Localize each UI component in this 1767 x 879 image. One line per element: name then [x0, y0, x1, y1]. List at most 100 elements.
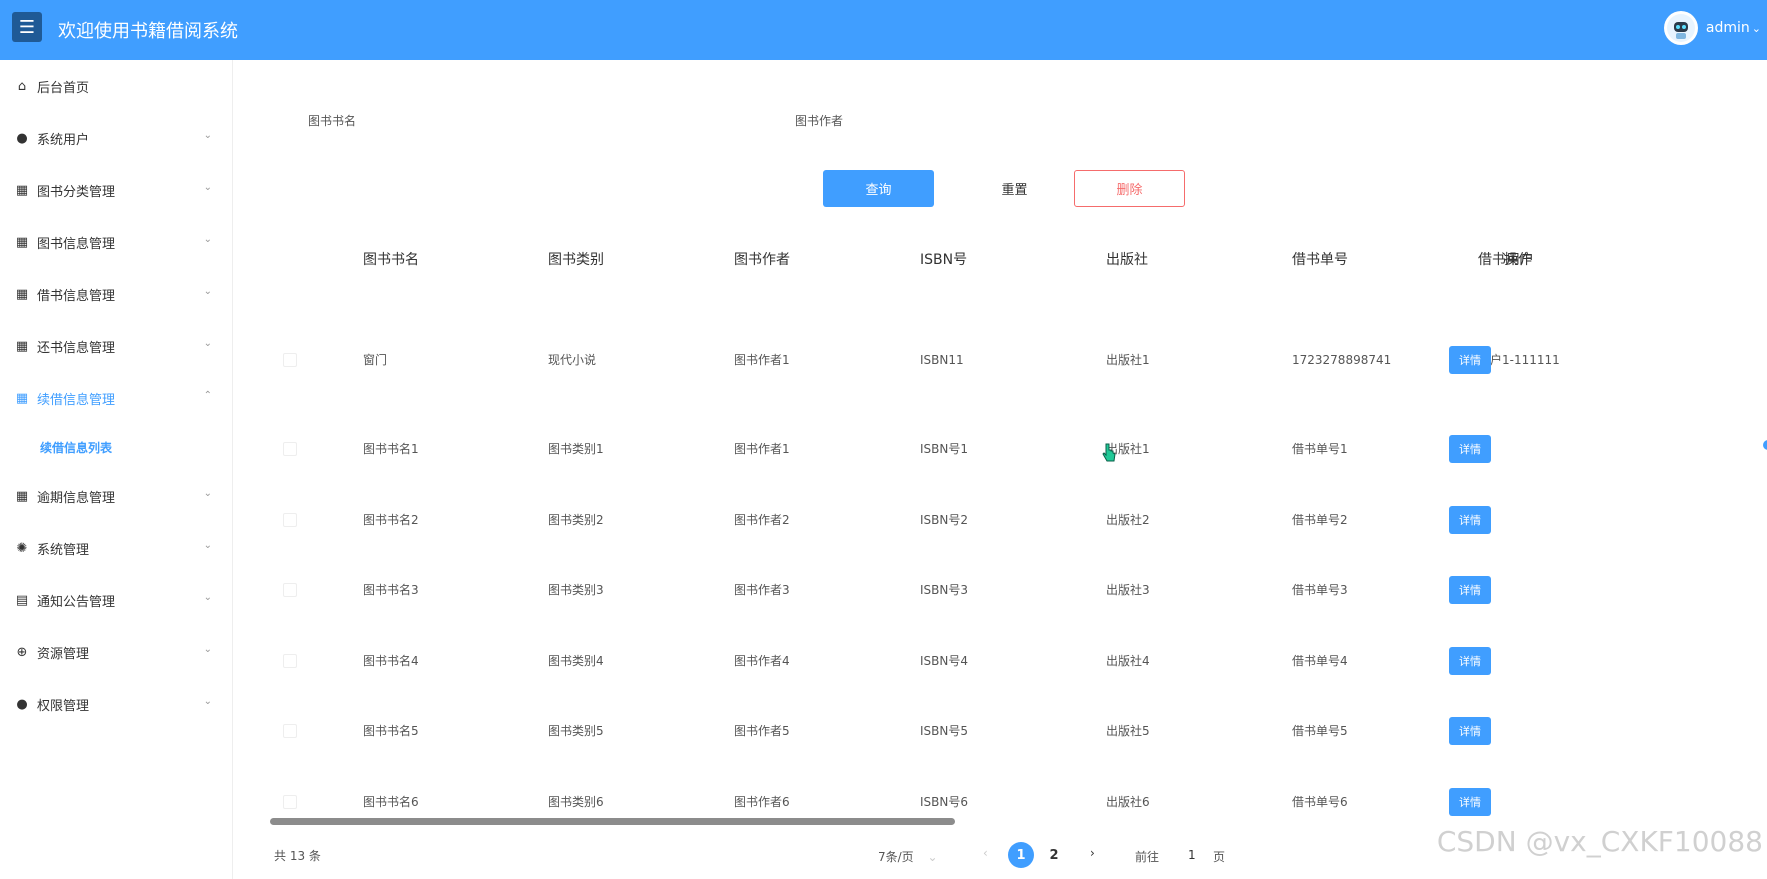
sidebar-item-home[interactable]: ⌂ 后台首页	[0, 60, 232, 112]
query-button[interactable]: 查询	[823, 170, 934, 207]
sidebar-item-label: 资源管理	[37, 646, 90, 662]
sidebar-item-label: 通知公告管理	[37, 594, 116, 610]
sidebar-item-label: 逾期信息管理	[37, 490, 116, 506]
cell-borrow-no: 借书单号1	[1292, 442, 1348, 456]
user-icon: ●	[16, 696, 28, 712]
watermark: CSDN @vx_CXKF10088	[1436, 825, 1763, 858]
sidebar-item-permission-manage[interactable]: ● 权限管理 ⌄	[0, 678, 232, 730]
cell-publisher: 出版社6	[1106, 795, 1150, 809]
grid-icon: ▦	[15, 488, 29, 504]
detail-button[interactable]: 详情	[1449, 346, 1491, 374]
page-size-value: 7条/页	[878, 850, 914, 864]
cell-publisher: 出版社2	[1106, 513, 1150, 527]
pointer-cursor-icon	[1102, 443, 1116, 462]
sidebar-item-label: 还书信息管理	[37, 340, 116, 356]
reset-button[interactable]: 重置	[959, 170, 1070, 207]
sidebar-item-book-info[interactable]: ▦ 图书信息管理 ⌄	[0, 216, 232, 268]
sidebar-item-label: 后台首页	[37, 80, 90, 96]
page-2-button[interactable]: 2	[1041, 842, 1067, 868]
column-header[interactable]: ISBN号	[920, 240, 967, 280]
sidebar-item-label: 系统用户	[37, 132, 90, 148]
detail-button[interactable]: 详情	[1449, 717, 1491, 745]
chevron-down-icon: ⌄	[203, 130, 212, 141]
book-author-filter-label: 图书作者	[795, 114, 844, 128]
cell-isbn: ISBN号2	[920, 513, 969, 527]
cell-author: 图书作者1	[734, 353, 790, 367]
detail-button[interactable]: 详情	[1449, 576, 1491, 604]
page-size-select[interactable]: 7条/页 ⌄	[878, 848, 938, 865]
goto-label: 前往	[1135, 850, 1160, 864]
delete-button[interactable]: 删除	[1074, 170, 1185, 207]
cell-book-name: 图书书名6	[363, 795, 419, 809]
row-checkbox[interactable]	[283, 353, 297, 367]
chevron-down-icon: ⌄	[203, 644, 212, 655]
sidebar-item-notice-manage[interactable]: ▤ 通知公告管理 ⌄	[0, 574, 232, 626]
cell-book-name: 图书书名5	[363, 724, 419, 738]
chevron-down-icon: ⌄	[203, 488, 212, 499]
cell-isbn: ISBN11	[920, 353, 964, 367]
total-count: 共 13 条	[274, 849, 321, 863]
detail-button[interactable]: 详情	[1449, 788, 1491, 816]
grid-icon: ▦	[15, 390, 29, 406]
gear-icon: ✺	[16, 540, 28, 556]
page-suffix-label: 页	[1213, 850, 1226, 864]
detail-button[interactable]: 详情	[1449, 506, 1491, 534]
chevron-down-icon: ⌄	[203, 696, 212, 707]
menu-toggle-button[interactable]: ☰	[12, 12, 42, 42]
sidebar-item-label: 借书信息管理	[37, 288, 116, 304]
sidebar-item-label: 图书信息管理	[37, 236, 116, 252]
detail-button[interactable]: 详情	[1449, 435, 1491, 463]
sidebar-item-resource-manage[interactable]: ⊕ 资源管理 ⌄	[0, 626, 232, 678]
cell-category: 现代小说	[548, 353, 597, 367]
avatar[interactable]	[1663, 11, 1698, 45]
cell-author: 图书作者2	[734, 513, 790, 527]
chevron-down-icon: ⌄	[203, 338, 212, 349]
page-1-button[interactable]: 1	[1008, 842, 1034, 868]
sidebar-item-system-users[interactable]: ● 系统用户 ⌄	[0, 112, 232, 164]
sidebar-item-return-info[interactable]: ▦ 还书信息管理 ⌄	[0, 320, 232, 372]
sidebar-item-book-category[interactable]: ▦ 图书分类管理 ⌄	[0, 164, 232, 216]
sidebar-item-label: 权限管理	[37, 698, 90, 714]
next-page-button[interactable]: ›	[1090, 846, 1095, 860]
row-checkbox[interactable]	[283, 724, 297, 738]
cell-category: 图书类别1	[548, 442, 604, 456]
app-title: 欢迎使用书籍借阅系统	[58, 21, 238, 42]
chevron-down-icon: ⌄	[203, 540, 212, 551]
chevron-down-icon: ⌄	[1751, 21, 1761, 35]
book-name-filter-label: 图书书名	[308, 114, 357, 128]
goto-page-input[interactable]: 1	[1188, 848, 1196, 862]
cell-isbn: ISBN号1	[920, 442, 969, 456]
detail-button[interactable]: 详情	[1449, 647, 1491, 675]
user-icon: ●	[16, 130, 28, 146]
sidebar-subitem-renew-list[interactable]: 续借信息列表	[0, 424, 232, 470]
chevron-up-icon: ⌃	[203, 390, 212, 401]
sidebar-item-overdue-info[interactable]: ▦ 逾期信息管理 ⌄	[0, 470, 232, 522]
row-checkbox[interactable]	[283, 583, 297, 597]
grid-icon: ▦	[15, 338, 29, 354]
cell-category: 图书类别4	[548, 654, 604, 668]
user-menu[interactable]: admin ⌄	[1663, 11, 1761, 45]
cell-isbn: ISBN号5	[920, 724, 969, 738]
sidebar-item-borrow-info[interactable]: ▦ 借书信息管理 ⌄	[0, 268, 232, 320]
column-header[interactable]: 借书单号	[1292, 240, 1348, 280]
row-checkbox[interactable]	[283, 513, 297, 527]
column-header[interactable]: 出版社	[1106, 240, 1148, 280]
prev-page-button[interactable]: ‹	[983, 846, 988, 860]
row-checkbox[interactable]	[283, 442, 297, 456]
row-checkbox[interactable]	[283, 795, 297, 809]
chevron-down-icon: ⌄	[203, 182, 212, 193]
column-header[interactable]: 图书书名	[363, 240, 419, 280]
column-header[interactable]: 图书作者	[734, 240, 790, 280]
cell-publisher: 出版社4	[1106, 654, 1150, 668]
home-icon: ⌂	[17, 78, 27, 94]
cell-isbn: ISBN号3	[920, 583, 969, 597]
cell-borrow-no: 借书单号4	[1292, 654, 1348, 668]
sidebar-item-system-manage[interactable]: ✺ 系统管理 ⌄	[0, 522, 232, 574]
row-checkbox[interactable]	[283, 654, 297, 668]
horizontal-scrollbar[interactable]	[270, 818, 955, 825]
column-header[interactable]: 图书类别	[548, 240, 604, 280]
sidebar-item-renew-info[interactable]: ▦ 续借信息管理 ⌃	[0, 372, 232, 424]
grid-icon: ▦	[15, 182, 29, 198]
cell-book-name: 图书书名2	[363, 513, 419, 527]
cell-borrow-no: 借书单号5	[1292, 724, 1348, 738]
